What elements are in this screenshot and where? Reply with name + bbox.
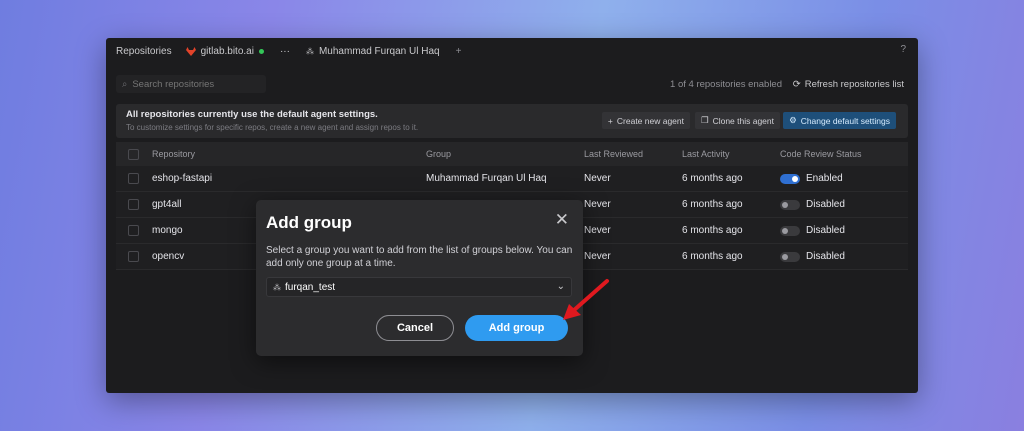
review-toggle[interactable] — [780, 225, 800, 236]
tab-gitlab-host-label: gitlab.bito.ai — [200, 45, 254, 57]
connected-status-dot — [258, 48, 264, 54]
dialog-title: Add group — [266, 213, 352, 232]
search-input[interactable] — [132, 78, 253, 90]
table-row[interactable]: eshop-fastapi Muhammad Furqan Ul Haq Nev… — [116, 166, 908, 192]
banner-title: All repositories currently use the defau… — [126, 109, 378, 120]
group-select[interactable]: ⁂ furqan_test ⌄ — [266, 277, 572, 297]
tab-gitlab-host[interactable]: gitlab.bito.ai — [185, 45, 264, 57]
repo-last-activity: 6 months ago — [682, 225, 743, 236]
repo-name: opencv — [152, 251, 185, 262]
enabled-count: 1 of 4 repositories enabled — [670, 78, 782, 90]
repo-last-activity: 6 months ago — [682, 199, 743, 210]
create-agent-label: Create new agent — [616, 115, 684, 126]
change-default-settings-button[interactable]: ⚙ Change default settings — [783, 112, 896, 129]
column-last-activity[interactable]: Last Activity — [682, 149, 730, 159]
refresh-icon: ⟳ — [792, 78, 801, 90]
group-icon: ⁂ — [273, 282, 281, 292]
page-title: Repositories — [116, 45, 172, 57]
repo-name: mongo — [152, 225, 183, 236]
repo-group: Muhammad Furqan Ul Haq — [426, 173, 547, 184]
default-settings-banner: All repositories currently use the defau… — [116, 104, 908, 138]
group-select-value: furqan_test — [285, 281, 336, 293]
help-icon[interactable]: ? — [900, 44, 906, 55]
repo-status-label: Disabled — [806, 251, 845, 262]
gitlab-icon — [185, 46, 196, 56]
repo-status: Disabled — [780, 225, 845, 236]
repo-last-activity: 6 months ago — [682, 251, 743, 262]
repo-last-reviewed: Never — [584, 173, 611, 184]
repo-last-reviewed: Never — [584, 199, 611, 210]
review-toggle[interactable] — [780, 251, 800, 262]
select-all-checkbox[interactable] — [128, 148, 139, 160]
row-checkbox[interactable] — [128, 173, 139, 184]
repo-status: Enabled — [780, 173, 843, 184]
repo-status-label: Disabled — [806, 225, 845, 236]
change-default-settings-label: Change default settings — [800, 115, 890, 126]
review-toggle[interactable] — [780, 173, 800, 184]
add-tab-button[interactable]: + — [456, 46, 462, 57]
refresh-label: Refresh repositories list — [804, 78, 904, 90]
repo-last-reviewed: Never — [584, 251, 611, 262]
search-icon: ⌕ — [122, 78, 128, 90]
create-agent-button[interactable]: + Create new agent — [601, 112, 690, 129]
repo-status: Disabled — [780, 251, 845, 262]
copy-icon: ❐ — [700, 115, 709, 125]
tab-user[interactable]: ⁂ Muhammad Furqan Ul Haq — [306, 46, 440, 57]
column-group[interactable]: Group — [426, 149, 451, 159]
row-checkbox[interactable] — [128, 225, 139, 236]
refresh-button[interactable]: ⟳ Refresh repositories list — [793, 79, 904, 90]
banner-subtitle: To customize settings for specific repos… — [126, 123, 419, 132]
toolbar: ⌕ 1 of 4 repositories enabled ⟳ Refresh … — [116, 74, 908, 94]
repo-status-label: Disabled — [806, 199, 845, 210]
repo-last-activity: 6 months ago — [682, 173, 743, 184]
review-toggle[interactable] — [780, 199, 800, 210]
top-bar: Repositories gitlab.bito.ai ··· ⁂ Muhamm… — [106, 38, 918, 64]
tab-user-label: Muhammad Furqan Ul Haq — [318, 45, 440, 57]
more-tabs-button[interactable]: ··· — [280, 46, 290, 57]
row-checkbox[interactable] — [128, 199, 139, 210]
dialog-description: Select a group you want to add from the … — [266, 245, 573, 269]
repo-name: gpt4all — [152, 199, 182, 210]
gear-icon: ⚙ — [789, 115, 797, 125]
repo-status: Disabled — [780, 199, 845, 210]
column-repository[interactable]: Repository — [152, 149, 195, 159]
repo-status-label: Enabled — [806, 173, 843, 184]
search-box[interactable]: ⌕ — [116, 75, 266, 93]
column-last-reviewed[interactable]: Last Reviewed — [584, 149, 643, 159]
close-icon[interactable]: ✕ — [555, 211, 569, 228]
cancel-button[interactable]: Cancel — [376, 315, 454, 341]
annotation-arrow-icon — [563, 279, 609, 320]
column-status[interactable]: Code Review Status — [780, 149, 862, 159]
plus-icon: + — [607, 115, 613, 126]
table-header: Repository Group Last Reviewed Last Acti… — [116, 142, 908, 166]
add-group-button[interactable]: Add group — [465, 315, 568, 341]
repo-name: eshop-fastapi — [152, 173, 213, 184]
row-checkbox[interactable] — [128, 251, 139, 262]
group-icon: ⁂ — [305, 46, 314, 56]
clone-agent-button[interactable]: ❐ Clone this agent — [694, 112, 780, 129]
repo-last-reviewed: Never — [584, 225, 611, 236]
add-group-dialog: Add group ✕ Select a group you want to a… — [256, 200, 583, 356]
clone-agent-label: Clone this agent — [712, 115, 774, 126]
